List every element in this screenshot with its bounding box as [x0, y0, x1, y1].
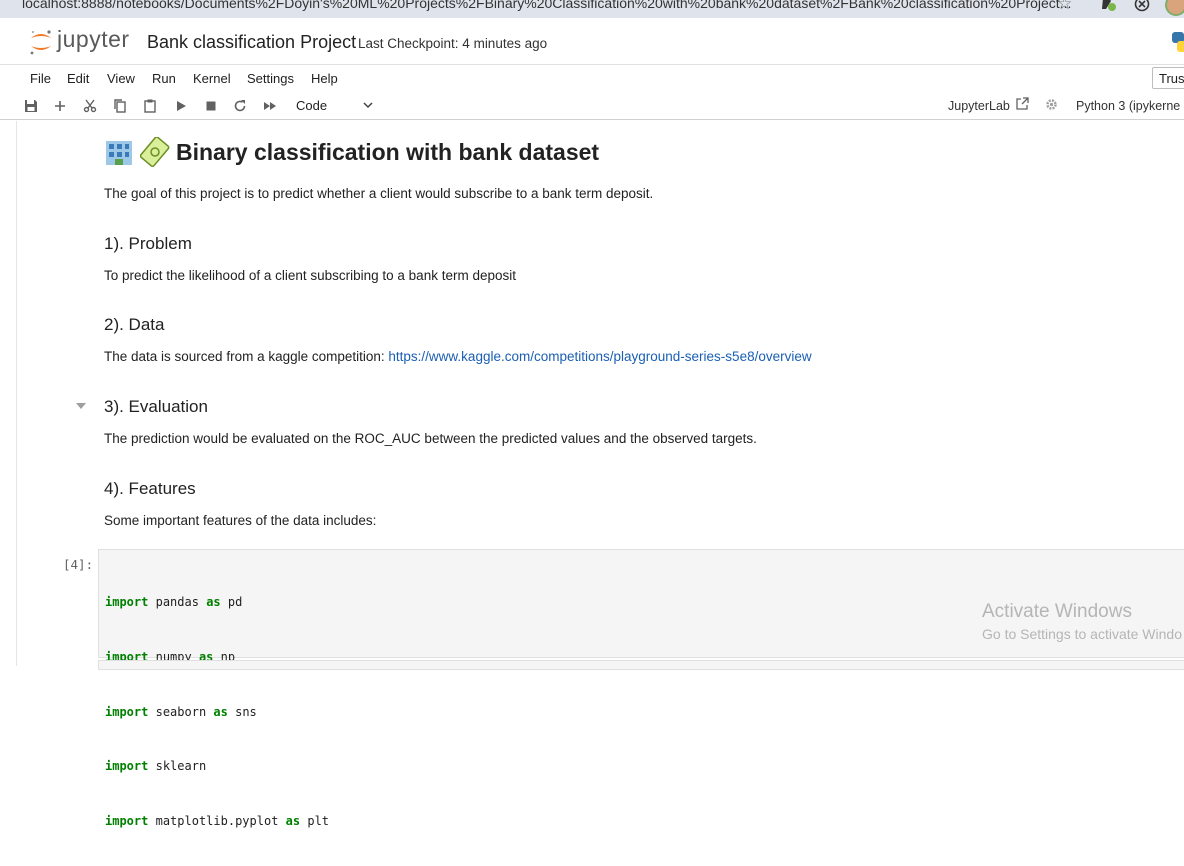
menu-settings[interactable]: Settings [247, 71, 294, 86]
next-code-cell[interactable] [98, 660, 1184, 670]
browser-url-bar: localhost:8888/notebooks/Documents%2FDoy… [0, 0, 1184, 18]
extension-icon[interactable] [1100, 0, 1118, 12]
code-editor[interactable]: import pandas as pd import numpy as np i… [105, 557, 329, 866]
menu-edit[interactable]: Edit [67, 71, 89, 86]
notebook-title[interactable]: Bank classification Project [147, 32, 356, 53]
menu-view[interactable]: View [107, 71, 135, 86]
close-circle-icon[interactable] [1134, 0, 1150, 12]
cell-type-value: Code [296, 98, 328, 113]
section-heading-features: 4). Features [104, 479, 196, 498]
jupyter-logo-icon[interactable] [28, 28, 54, 56]
money-bill-icon [140, 137, 170, 167]
bookmark-star-icon[interactable]: ☆ [1057, 0, 1072, 14]
notebook-heading: Binary classification with bank dataset [104, 137, 599, 167]
external-link-icon[interactable] [1016, 97, 1029, 110]
notebook-header: jupyter Bank classification Project Last… [0, 18, 1184, 64]
url-text[interactable]: localhost:8888/notebooks/Documents%2FDoy… [22, 0, 1071, 11]
open-jupyterlab-link[interactable]: JupyterLab [948, 99, 1010, 113]
trusted-indicator[interactable]: Trus [1152, 67, 1184, 89]
section-text-evaluation: The prediction would be evaluated on the… [104, 431, 757, 446]
kaggle-link[interactable]: https://www.kaggle.com/competitions/play… [388, 349, 811, 364]
cell-prompt: [4]: [63, 557, 94, 572]
jupyter-logo-text: jupyter [57, 26, 130, 52]
collapse-caret-icon[interactable] [76, 402, 86, 410]
code-line: import matplotlib.pyplot as plt [105, 813, 330, 828]
cut-icon[interactable] [81, 97, 99, 115]
last-checkpoint: Last Checkpoint: 4 minutes ago [358, 36, 548, 51]
code-line: import pandas as pd [105, 595, 243, 610]
notebook-heading-text: Binary classification with bank dataset [176, 138, 600, 165]
activate-windows-title: Activate Windows [982, 601, 1132, 622]
restart-icon[interactable] [231, 97, 249, 115]
menu-kernel[interactable]: Kernel [193, 71, 231, 86]
section-text-features: Some important features of the data incl… [104, 513, 377, 528]
run-icon[interactable] [172, 97, 190, 115]
code-line: import seaborn as sns [105, 704, 257, 719]
activate-windows-subtitle: Go to Settings to activate Windo [982, 626, 1182, 642]
bank-building-icon [106, 141, 132, 165]
intro-text: The goal of this project is to predict w… [104, 186, 654, 201]
code-line: import sklearn [105, 759, 207, 774]
kernel-name[interactable]: Python 3 (ipykerne [1076, 99, 1180, 113]
python-logo-icon [1172, 32, 1184, 52]
section-text-data: The data is sourced from a kaggle compet… [104, 349, 812, 364]
section-heading-problem: 1). Problem [104, 234, 192, 253]
menu-bar: File Edit View Run Kernel Settings Help … [0, 64, 1184, 92]
menu-file[interactable]: File [30, 71, 51, 86]
stop-icon[interactable] [202, 97, 220, 115]
paste-icon[interactable] [141, 97, 159, 115]
data-source-text: The data is sourced from a kaggle compet… [104, 349, 389, 364]
copy-icon[interactable] [111, 97, 129, 115]
chevron-down-icon [363, 102, 373, 109]
notebook-toolbar: Code JupyterLab Python 3 (ipykerne [0, 92, 1184, 120]
cell-type-select[interactable]: Code [290, 96, 380, 116]
kernel-status-gear-icon [1046, 99, 1057, 110]
notebook-left-border [16, 121, 17, 666]
section-heading-evaluation: 3). Evaluation [104, 397, 208, 416]
section-text-problem: To predict the likelihood of a client su… [104, 268, 516, 283]
menu-run[interactable]: Run [152, 71, 176, 86]
menu-help[interactable]: Help [311, 71, 338, 86]
add-cell-icon[interactable] [51, 97, 69, 115]
fast-forward-icon[interactable] [261, 97, 279, 115]
save-icon[interactable] [22, 97, 40, 115]
profile-avatar[interactable] [1165, 0, 1184, 16]
section-heading-data: 2). Data [104, 315, 165, 334]
notebook-area: Binary classification with bank dataset … [0, 121, 1184, 828]
